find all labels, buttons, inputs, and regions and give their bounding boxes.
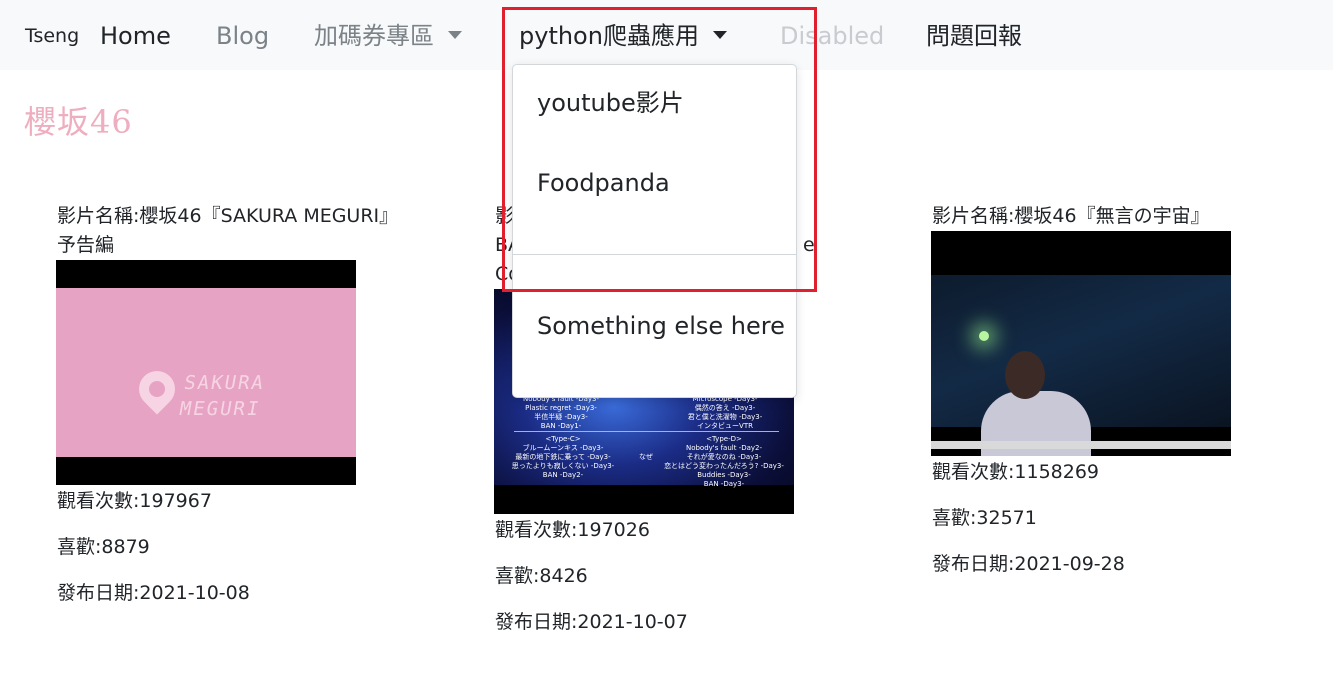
thumbnail-setlist-right: Microscope -Day3- 偶然の答え -Day3- 君と僕と洗濯物 -… (687, 395, 763, 430)
video-views: 觀看次數:1158269 (932, 461, 1100, 483)
nav-home-link[interactable]: Home (100, 17, 171, 55)
nav-blog-link[interactable]: Blog (216, 17, 269, 55)
video-thumbnail[interactable]: SAKURA MEGURI (56, 260, 356, 485)
video-likes: 喜歡:8879 (57, 536, 150, 558)
thumbnail-frame: SAKURA MEGURI (56, 288, 356, 457)
highlight-annotation-box (502, 7, 817, 292)
video-card: 影片名稱:櫻坂46『無言の宇宙』 觀看次數:1158269 喜歡:32571 發… (931, 202, 1292, 579)
video-views: 觀看次數:197967 (57, 490, 212, 512)
railing (931, 441, 1231, 449)
navbar-brand[interactable]: Tseng (25, 17, 79, 55)
thumbnail-night-image (931, 275, 1231, 456)
nav-coupon-label: 加碼券專區 (314, 22, 434, 50)
video-date: 發布日期:2021-10-07 (495, 611, 688, 633)
video-likes: 喜歡:32571 (932, 507, 1037, 529)
video-title: 影片名稱:櫻坂46『SAKURA MEGURI』予告編 (57, 205, 389, 256)
video-date: 發布日期:2021-10-08 (57, 582, 250, 604)
nav-report-link[interactable]: 問題回報 (926, 17, 1022, 55)
thumbnail-setlist-left: Nobody's fault -Day3- Plastic regret -Da… (522, 395, 600, 430)
thumbnail-logo-text: SAKURA MEGURI (177, 372, 267, 420)
chevron-down-icon (448, 31, 462, 39)
video-likes: 喜歡:8426 (495, 565, 588, 587)
video-title: 影片名稱:櫻坂46『無言の宇宙』 (932, 205, 1210, 227)
nav-coupon-dropdown[interactable]: 加碼券專區 (314, 17, 462, 55)
video-thumbnail[interactable] (931, 231, 1231, 456)
video-card: 影片名稱:櫻坂46『SAKURA MEGURI』予告編 SAKURA MEGUR… (56, 202, 417, 608)
thumbnail-setlist-left-2: <Type-C> ブルームーンキス -Day3- 最新の地下鉄に乗って -Day… (511, 435, 615, 479)
video-views: 觀看次數:197026 (495, 519, 650, 541)
dropdown-item-something-else[interactable]: Something else here (537, 312, 785, 340)
video-date: 發布日期:2021-09-28 (932, 553, 1125, 575)
thumbnail-setlist-naze: なぜ (639, 453, 653, 461)
street-lamp (979, 331, 989, 341)
location-pin-icon (131, 363, 183, 415)
site-logo: 櫻坂46 (24, 103, 133, 141)
thumbnail-setlist-right-2: <Type-D> Nobody's fault -Day2- それが愛なのね -… (664, 435, 784, 488)
person-head (1005, 351, 1045, 399)
